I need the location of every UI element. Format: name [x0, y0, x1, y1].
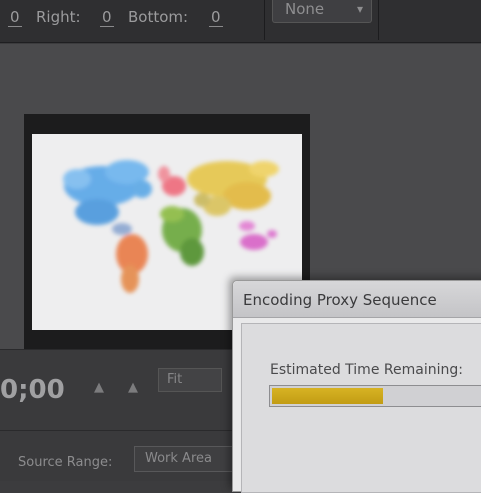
progress-fill — [272, 388, 383, 404]
toolbar-divider — [378, 0, 379, 40]
triangle-right-icon[interactable]: ▲ — [128, 380, 138, 395]
crop-right-label: Right: — [36, 8, 81, 26]
crop-top-value[interactable]: 0 — [8, 8, 22, 27]
timecode-display[interactable]: 0;00 — [0, 375, 65, 405]
source-range-dropdown[interactable]: Work Area — [134, 446, 246, 472]
export-settings-window: 0 Right: 0 Bottom: 0 None ▾ 0;00 ▲ ▲ Fit… — [0, 0, 481, 493]
source-range-value: Work Area — [145, 451, 212, 466]
dialog-body — [241, 323, 481, 493]
dialog-title-bar[interactable]: Encoding Proxy Sequence — [233, 281, 481, 318]
controls-divider — [0, 430, 250, 431]
scaling-dropdown-value: None — [285, 0, 325, 18]
crop-bottom-value[interactable]: 0 — [209, 8, 223, 27]
crop-right-value[interactable]: 0 — [100, 8, 114, 27]
crop-toolbar: 0 Right: 0 Bottom: 0 None ▾ — [0, 0, 481, 43]
scaling-dropdown[interactable]: None ▾ — [272, 0, 372, 23]
dialog-title: Encoding Proxy Sequence — [243, 291, 437, 309]
source-range-label: Source Range: — [18, 455, 113, 470]
estimated-time-label: Estimated Time Remaining: — [270, 362, 463, 378]
fit-zoom-dropdown[interactable]: Fit — [158, 368, 222, 392]
triangle-left-icon[interactable]: ▲ — [94, 380, 104, 395]
fit-label: Fit — [167, 372, 183, 387]
encoding-progress-bar — [269, 385, 481, 407]
chevron-down-icon: ▾ — [356, 2, 363, 16]
toolbar-divider — [264, 0, 265, 40]
crop-bottom-label: Bottom: — [128, 8, 189, 26]
